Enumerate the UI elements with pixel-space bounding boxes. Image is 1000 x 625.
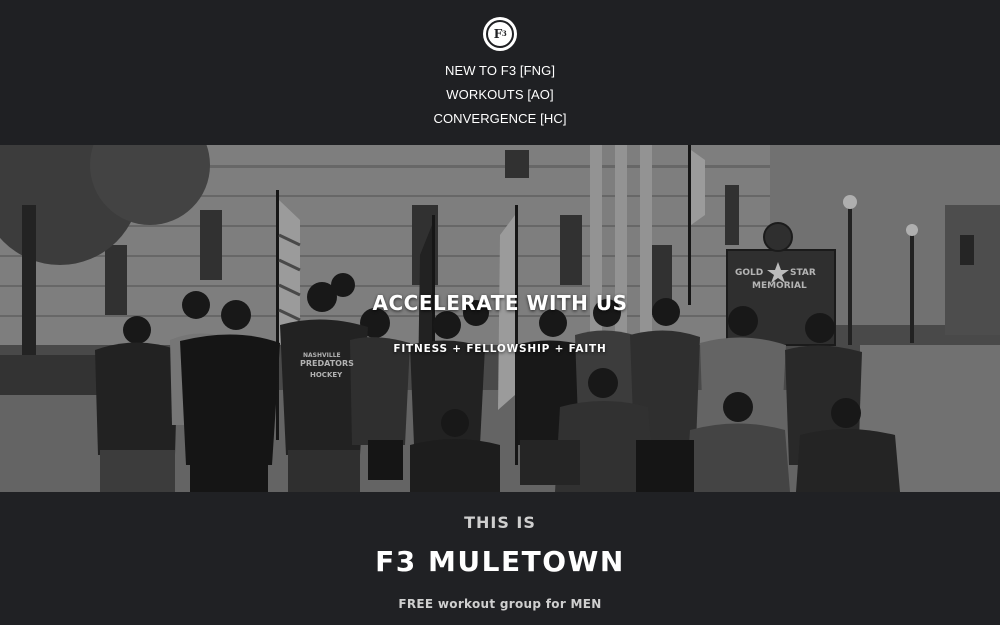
main-nav: NEW TO F3 [FNG] WORKOUTS [AO] CONVERGENC… — [0, 62, 1000, 134]
intro-tagline: FREE workout group for MEN — [398, 597, 602, 611]
hero-title: ACCELERATE WITH US — [372, 291, 628, 315]
nav-link-workouts[interactable]: WORKOUTS [AO] — [446, 87, 553, 102]
intro-eyebrow: THIS IS — [464, 513, 536, 532]
nav-item-workouts: WORKOUTS [AO] — [0, 86, 1000, 110]
nav-item-convergence: CONVERGENCE [HC] — [0, 110, 1000, 134]
nav-link-fng[interactable]: NEW TO F3 [FNG] — [445, 63, 555, 78]
site-header: F3 NEW TO F3 [FNG] WORKOUTS [AO] CONVERG… — [0, 0, 1000, 145]
page: F3 NEW TO F3 [FNG] WORKOUTS [AO] CONVERG… — [0, 0, 1000, 625]
hero-overlay — [0, 145, 1000, 492]
intro-section: THIS IS F3 MULETOWN FREE workout group f… — [0, 492, 1000, 625]
intro-title: F3 MULETOWN — [375, 545, 625, 578]
logo-mark: F3 — [486, 20, 514, 48]
nav-item-fng: NEW TO F3 [FNG] — [0, 62, 1000, 86]
hero-subtitle: FITNESS + FELLOWSHIP + FAITH — [393, 343, 607, 355]
nav-link-convergence[interactable]: CONVERGENCE [HC] — [433, 111, 566, 126]
hero-banner: GOLD STAR MEMORIAL NASHVILLE PREDATORS H… — [0, 145, 1000, 492]
f3-logo-icon[interactable]: F3 — [483, 17, 517, 51]
